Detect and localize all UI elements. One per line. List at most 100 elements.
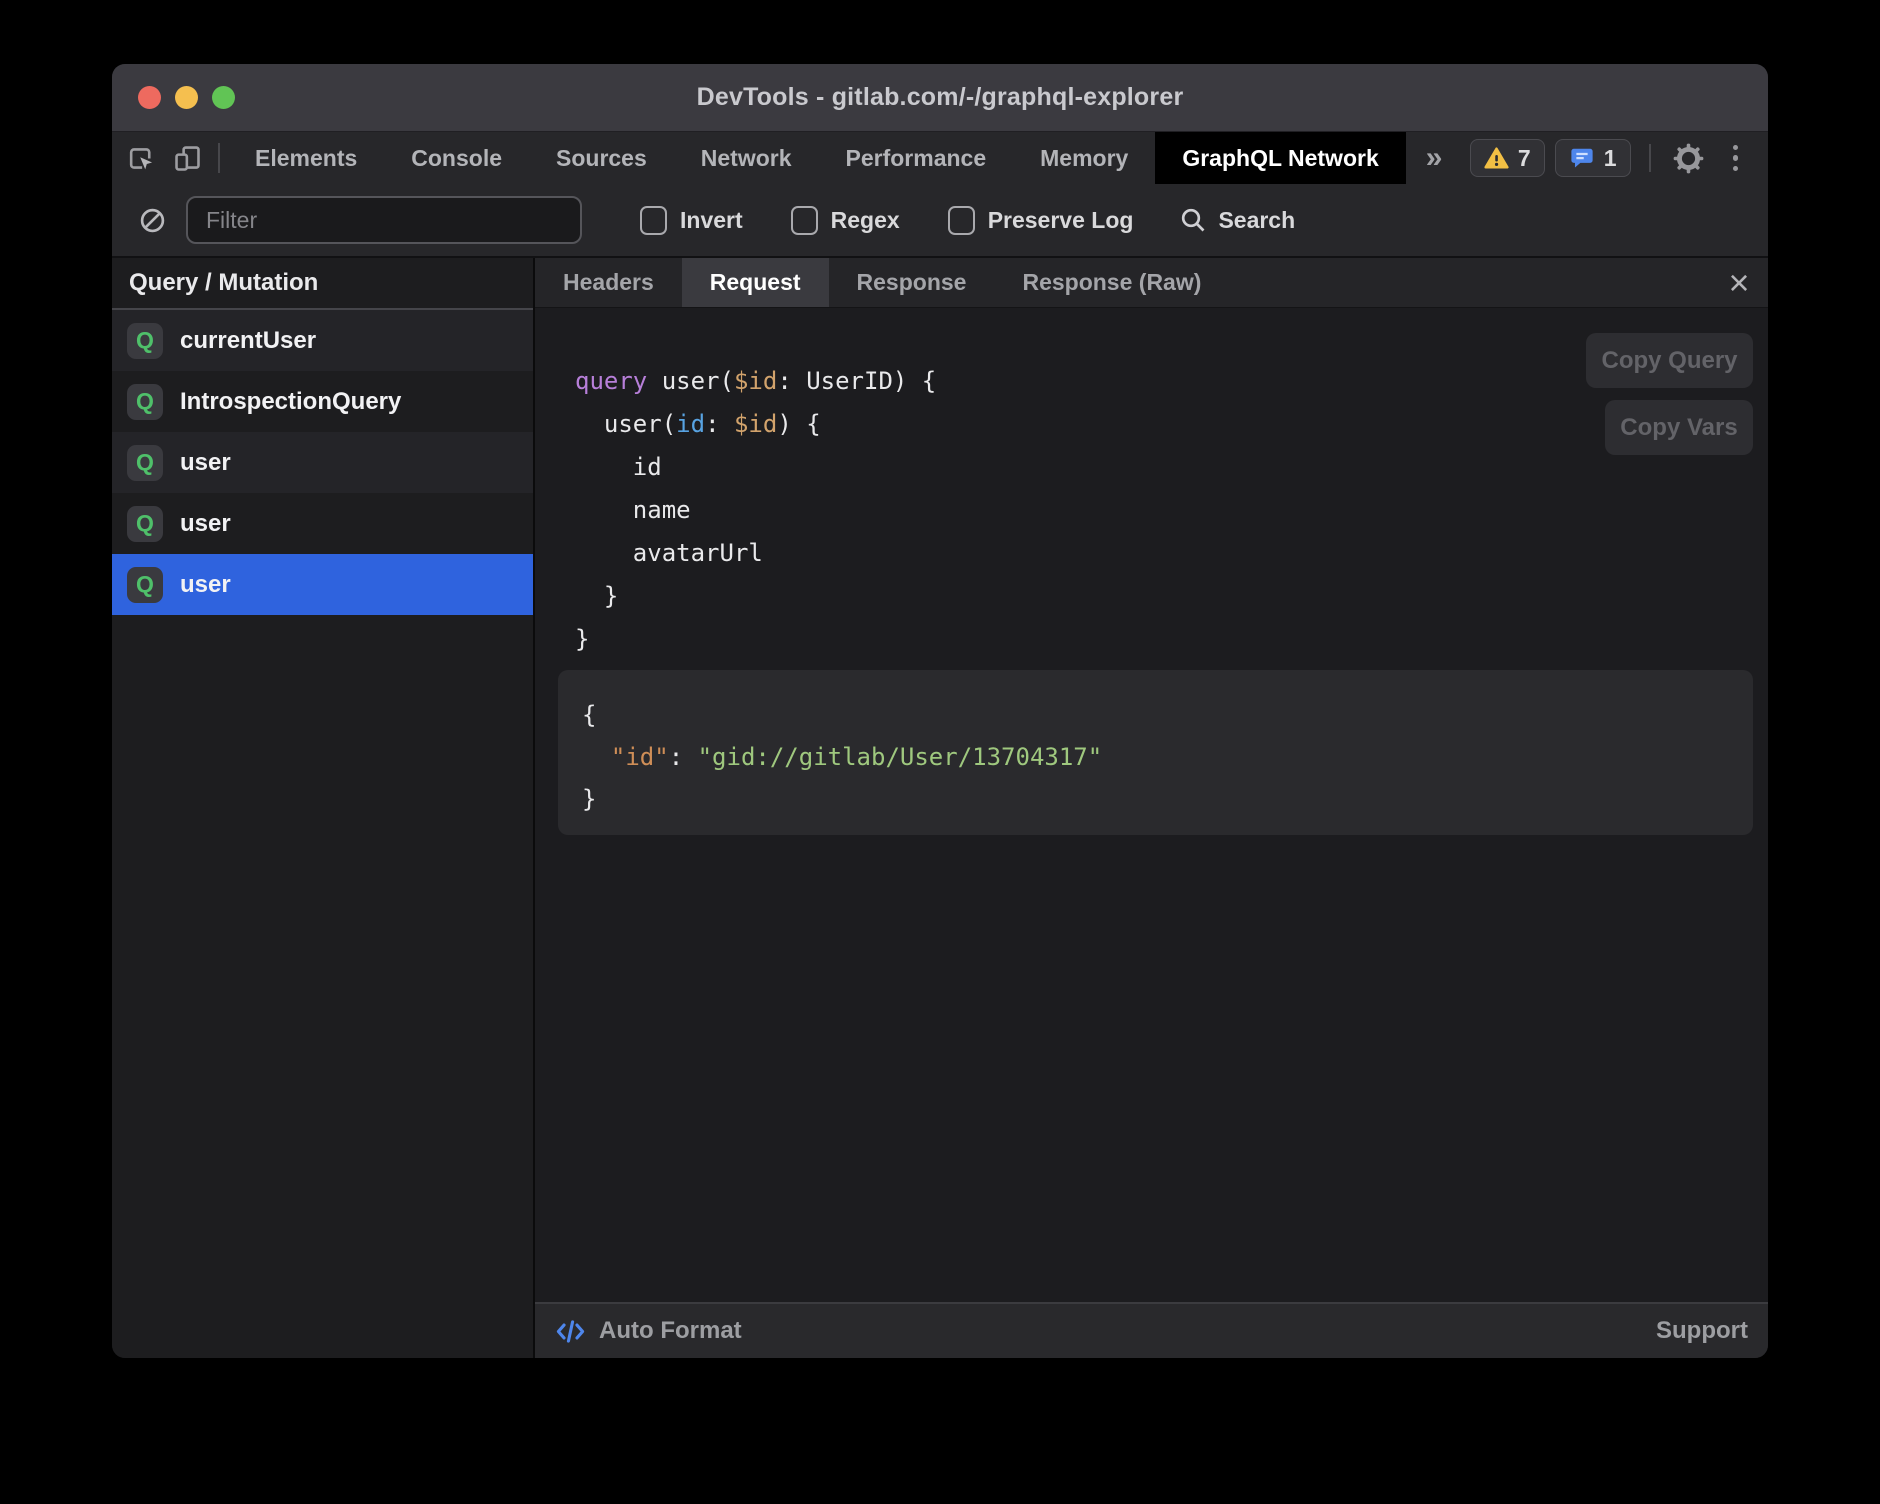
code-line: } bbox=[582, 778, 1729, 820]
variables-code: { "id": "gid://gitlab/User/13704317"} bbox=[582, 694, 1729, 820]
checkbox-preserve-log[interactable]: Preserve Log bbox=[948, 206, 1134, 235]
device-toolbar-button[interactable] bbox=[164, 132, 210, 184]
close-panel-button[interactable]: × bbox=[1710, 258, 1768, 307]
filter-toolbar: Invert Regex Preserve Log Search bbox=[112, 184, 1768, 258]
checkbox-invert[interactable]: Invert bbox=[640, 206, 743, 235]
warnings-button[interactable]: 7 bbox=[1470, 139, 1545, 177]
tab-performance[interactable]: Performance bbox=[819, 132, 1014, 184]
main-tab-list: ElementsConsoleSourcesNetworkPerformance… bbox=[228, 132, 1406, 184]
detail-tabbar: HeadersRequestResponseResponse (Raw) × bbox=[535, 258, 1768, 308]
minimize-window-button[interactable] bbox=[175, 86, 198, 109]
close-icon: × bbox=[1728, 262, 1749, 304]
zoom-window-button[interactable] bbox=[212, 86, 235, 109]
code-line: { bbox=[582, 694, 1729, 736]
query-sidebar: Query / Mutation QcurrentUserQIntrospect… bbox=[112, 258, 533, 1358]
traffic-lights bbox=[138, 64, 235, 131]
code-line: "id": "gid://gitlab/User/13704317" bbox=[582, 736, 1729, 778]
toolbar-separator bbox=[1649, 144, 1651, 172]
inspect-cursor-icon bbox=[126, 143, 157, 174]
desktop-background: DevTools - gitlab.com/-/graphql-explorer… bbox=[0, 0, 1880, 1504]
code-line: user(id: $id) { bbox=[575, 403, 1753, 446]
tabbar-right-cluster: 7 1 bbox=[1470, 132, 1768, 184]
code-line: avatarUrl bbox=[575, 532, 1753, 575]
checkbox-box-regex[interactable] bbox=[791, 206, 818, 235]
checkbox-regex[interactable]: Regex bbox=[791, 206, 900, 235]
query-list-item-1[interactable]: Q IntrospectionQuery bbox=[112, 371, 533, 432]
devtools-tabbar: ElementsConsoleSourcesNetworkPerformance… bbox=[112, 132, 1768, 184]
code-line: name bbox=[575, 489, 1753, 532]
sidebar-header: Query / Mutation bbox=[112, 258, 533, 310]
gear-icon bbox=[1672, 142, 1705, 175]
window-titlebar: DevTools - gitlab.com/-/graphql-explorer bbox=[112, 64, 1768, 132]
devtools-window: DevTools - gitlab.com/-/graphql-explorer… bbox=[112, 64, 1768, 1358]
query-list-item-3[interactable]: Quser bbox=[112, 493, 533, 554]
detail-panel: HeadersRequestResponseResponse (Raw) × C… bbox=[535, 258, 1768, 1358]
checkbox-label-invert: Invert bbox=[680, 207, 743, 234]
panel-content: Query / Mutation QcurrentUserQIntrospect… bbox=[112, 258, 1768, 1358]
more-options-button[interactable] bbox=[1719, 145, 1753, 172]
code-line: query user($id: UserID) { bbox=[575, 360, 1753, 403]
query-name: IntrospectionQuery bbox=[180, 388, 401, 416]
message-icon bbox=[1569, 145, 1595, 171]
detail-tab-response[interactable]: Response bbox=[829, 258, 995, 307]
tab-console[interactable]: Console bbox=[384, 132, 529, 184]
query-name: user bbox=[180, 571, 231, 599]
toolbar-separator bbox=[218, 143, 220, 173]
block-icon bbox=[138, 206, 167, 235]
variables-box: { "id": "gid://gitlab/User/13704317"} bbox=[558, 670, 1753, 835]
detail-tab-list: HeadersRequestResponseResponse (Raw) bbox=[535, 258, 1229, 307]
message-count: 1 bbox=[1604, 145, 1617, 172]
detail-tab-request[interactable]: Request bbox=[682, 258, 829, 307]
checkbox-box-invert[interactable] bbox=[640, 206, 667, 235]
detail-tab-response-raw[interactable]: Response (Raw) bbox=[994, 258, 1229, 307]
tab-sources[interactable]: Sources bbox=[529, 132, 674, 184]
device-toolbar-icon bbox=[172, 143, 203, 174]
issues-button[interactable]: 1 bbox=[1555, 139, 1631, 177]
more-tabs-button[interactable]: » bbox=[1406, 132, 1463, 184]
auto-format-label: Auto Format bbox=[599, 1317, 742, 1345]
tab-memory[interactable]: Memory bbox=[1013, 132, 1155, 184]
copy-vars-button[interactable]: Copy Vars bbox=[1605, 400, 1753, 455]
close-window-button[interactable] bbox=[138, 86, 161, 109]
clear-button[interactable] bbox=[132, 206, 172, 235]
query-type-badge: Q bbox=[127, 384, 163, 420]
query-type-badge: Q bbox=[127, 445, 163, 481]
auto-format-button[interactable]: Auto Format bbox=[555, 1316, 742, 1347]
chevron-double-icon: » bbox=[1426, 141, 1443, 175]
query-list-item-0[interactable]: QcurrentUser bbox=[112, 310, 533, 371]
filter-input[interactable] bbox=[186, 196, 582, 244]
query-list: QcurrentUserQIntrospectionQueryQuserQuse… bbox=[112, 310, 533, 615]
code-line: id bbox=[575, 446, 1753, 489]
warning-icon bbox=[1484, 146, 1509, 171]
kebab-menu-icon bbox=[1733, 145, 1739, 151]
copy-query-button[interactable]: Copy Query bbox=[1586, 333, 1753, 388]
settings-button[interactable] bbox=[1669, 142, 1709, 175]
filter-checkbox-group: Invert Regex Preserve Log bbox=[582, 206, 1133, 235]
query-name: currentUser bbox=[180, 327, 316, 355]
warning-count: 7 bbox=[1518, 145, 1531, 172]
query-name: user bbox=[180, 510, 231, 538]
checkbox-label-preserve-log: Preserve Log bbox=[988, 207, 1134, 234]
query-code: query user($id: UserID) { user(id: $id) … bbox=[575, 360, 1753, 661]
code-line: } bbox=[575, 575, 1753, 618]
search-icon bbox=[1179, 206, 1207, 234]
inspect-element-button[interactable] bbox=[118, 132, 164, 184]
query-list-item-2[interactable]: Quser bbox=[112, 432, 533, 493]
tab-elements[interactable]: Elements bbox=[228, 132, 384, 184]
window-title: DevTools - gitlab.com/-/graphql-explorer bbox=[697, 83, 1184, 112]
query-name: user bbox=[180, 449, 231, 477]
detail-tab-headers[interactable]: Headers bbox=[535, 258, 682, 307]
tab-graphql-network[interactable]: GraphQL Network bbox=[1155, 132, 1405, 184]
code-format-icon bbox=[555, 1316, 586, 1347]
tab-network[interactable]: Network bbox=[674, 132, 819, 184]
checkbox-box-preserve-log[interactable] bbox=[948, 206, 975, 235]
query-type-badge: Q bbox=[127, 567, 163, 603]
search-toggle[interactable]: Search bbox=[1179, 206, 1295, 234]
query-list-item-4[interactable]: Quser bbox=[112, 554, 533, 615]
support-link[interactable]: Support bbox=[1656, 1317, 1748, 1345]
query-type-badge: Q bbox=[127, 323, 163, 359]
request-view: Copy Query Copy Vars query user($id: Use… bbox=[535, 308, 1768, 1302]
code-line: } bbox=[575, 618, 1753, 661]
detail-footer: Auto Format Support bbox=[535, 1302, 1768, 1358]
search-label: Search bbox=[1218, 207, 1295, 234]
